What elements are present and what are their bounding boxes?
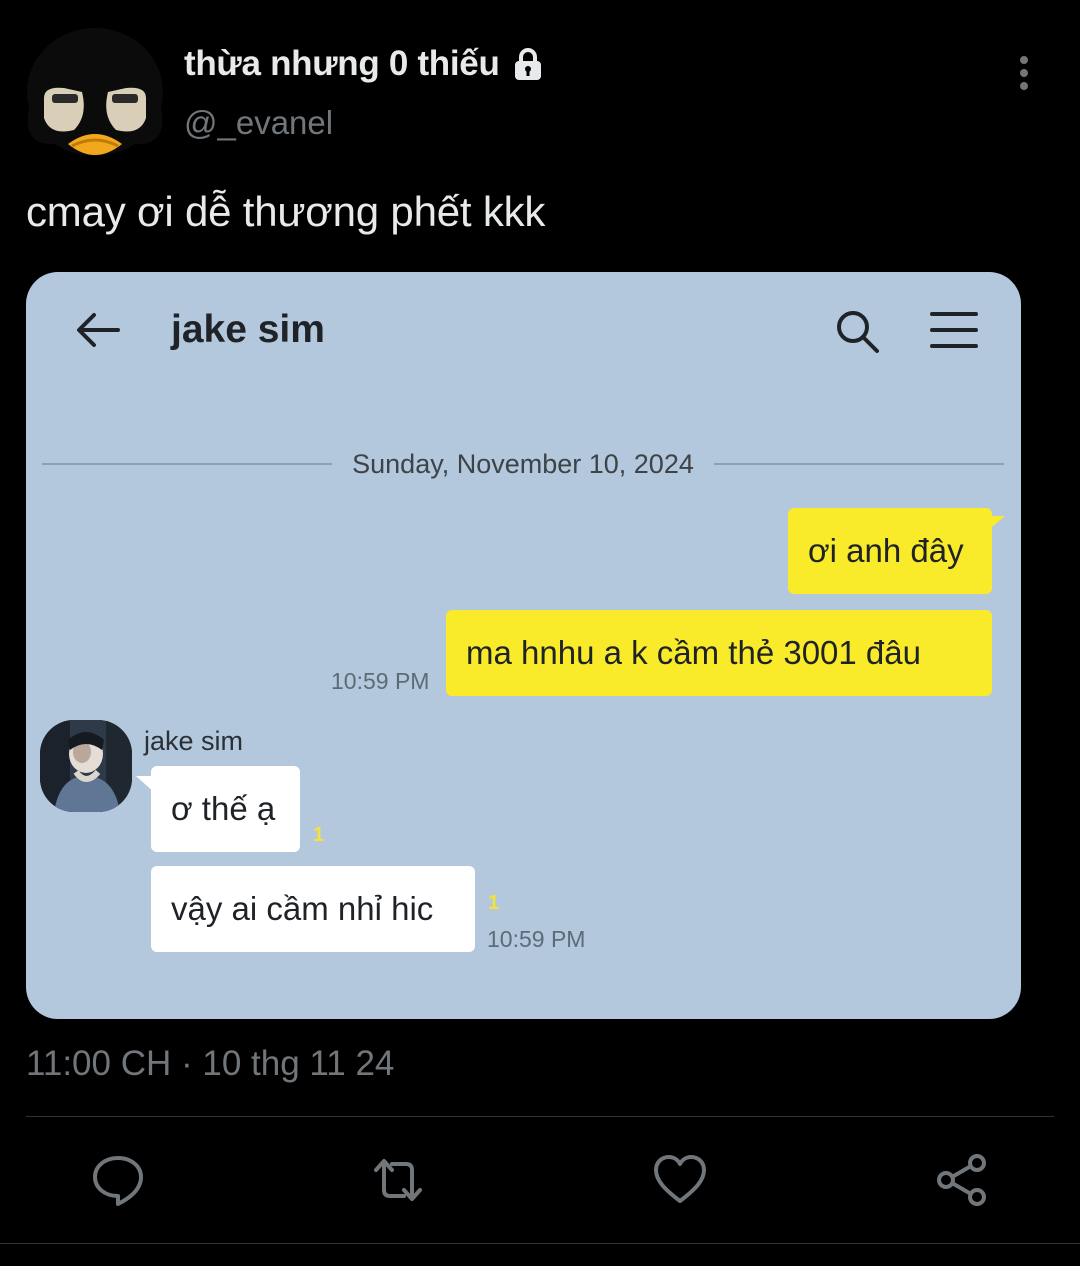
divider [0,1243,1080,1244]
chat-date: Sunday, November 10, 2024 [352,448,694,479]
message-time: 10:59 PM [331,668,430,694]
penguin-avatar-image [27,28,163,156]
chat-title: jake sim [171,308,325,351]
message-bubble-received: ơ thế ạ [151,766,300,852]
reply-icon[interactable] [90,1152,146,1208]
display-name[interactable]: thừa nhưng 0 thiếu [184,44,546,84]
message-bubble-sent: ơi anh đây [788,508,992,594]
user-handle[interactable]: @_evanel [184,104,333,142]
unread-count: 1 [313,824,325,846]
divider [26,1116,1054,1117]
avatar[interactable] [24,26,166,168]
divider [713,463,1004,465]
message-text: vậy ai cầm nhỉ hic [171,890,434,927]
like-icon[interactable] [652,1152,708,1208]
message-text: ơ thế ạ [171,790,276,827]
unread-count: 1 [488,892,500,914]
tweet-timestamp[interactable]: 11:00 CH · 10 thg 11 24 [26,1044,394,1084]
sender-photo [40,720,132,812]
retweet-icon[interactable] [370,1152,426,1208]
back-arrow-icon [74,310,120,350]
message-time: 10:59 PM [487,926,586,952]
date-separator: Sunday, November 10, 2024 [42,444,1004,484]
hamburger-menu-icon [930,310,978,350]
display-name-text: thừa nhưng 0 thiếu [184,44,500,83]
lock-icon [510,46,546,82]
message-text: ma hnhu a k cầm thẻ 3001 đâu [466,634,921,671]
tweet-media-image[interactable]: jake sim Sunday, November 10, 2024 ơi an… [26,272,1021,1019]
tweet-text: cmay ơi dễ thương phết kkk [26,188,546,235]
message-bubble-sent: ma hnhu a k cầm thẻ 3001 đâu [446,610,992,696]
share-icon[interactable] [934,1152,990,1208]
sender-name: jake sim [144,726,244,756]
sender-avatar [40,720,132,812]
divider [42,463,333,465]
message-text: ơi anh đây [808,532,964,569]
more-options-icon[interactable] [1012,54,1036,94]
message-bubble-received: vậy ai cầm nhỉ hic [151,866,475,952]
search-icon [834,308,880,354]
